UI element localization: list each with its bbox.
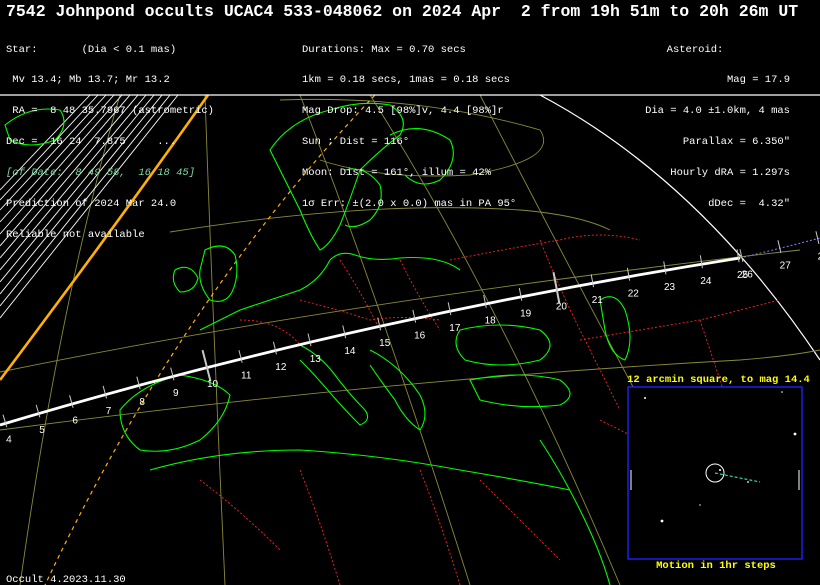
- star-heading: Star: (Dia < 0.1 mas): [6, 43, 177, 56]
- asteroid-mag: Mag = 17.9: [726, 74, 790, 87]
- star-of-date: [of Date: 8 49 58, 16 18 45]: [6, 167, 196, 180]
- path-tick-label: 5: [39, 425, 45, 436]
- reliability-note: Reliable not available: [6, 228, 145, 241]
- path-tick: [552, 272, 561, 304]
- path-tick-label: 26: [742, 270, 754, 281]
- path-tick-label: 19: [520, 309, 532, 320]
- path-tick-label: 18: [485, 316, 497, 327]
- durations: Durations: Max = 0.70 secs: [302, 43, 466, 56]
- path-tick-label: 6: [72, 415, 78, 426]
- path-tick: [170, 367, 175, 381]
- path-tick-label: 24: [700, 276, 712, 287]
- moon-distance: Moon: Dist = 161°, illum = 42%: [302, 167, 492, 180]
- path-tick-label: 8: [139, 397, 145, 408]
- km-mas: 1km = 0.18 secs, 1mas = 0.18 secs: [302, 74, 510, 87]
- asteroid-heading: Asteroid:: [666, 43, 724, 56]
- path-tick: [238, 350, 243, 363]
- path-tick-label: 7: [106, 406, 112, 417]
- path-tick: [777, 240, 782, 253]
- path-tick-label: 10: [207, 379, 219, 390]
- asteroid-info: Asteroid: Mag = 17.9 Dia = 4.0 ±1.0km, 4…: [580, 24, 790, 230]
- path-tick-label: 27: [780, 261, 792, 272]
- path-tick: [518, 287, 523, 301]
- path-tick: [307, 333, 312, 347]
- star-info: Star: (Dia < 0.1 mas) Mv 13.4; Mb 13.7; …: [6, 24, 214, 261]
- path-tick-label: 20: [556, 302, 568, 313]
- path-tick-label: 13: [310, 354, 322, 365]
- path-tick-label: 16: [414, 330, 426, 341]
- sun-distance: Sun : Dist = 116°: [302, 136, 410, 149]
- event-info: Durations: Max = 0.70 secs 1km = 0.18 se…: [302, 24, 516, 230]
- path-tick: [736, 249, 740, 263]
- path-tick-label: 22: [628, 288, 640, 299]
- path-tick-label: 9: [173, 388, 179, 399]
- path-tick: [815, 231, 820, 244]
- path-tick: [447, 302, 452, 316]
- asteroid-ddec: dDec = 4.32": [708, 198, 790, 211]
- version-label: Occult 4.2023.11.30: [6, 574, 126, 585]
- inset-footer: Motion in 1hr steps: [656, 560, 776, 572]
- occultation-map-window: 4 5 6 7 8 9 10 11 12 13 14 15 16 17 18 19 20 21 22 23 24 25 26…: [0, 0, 820, 585]
- path-tick-label: 4: [6, 435, 12, 446]
- path-tick: [377, 317, 382, 331]
- path-tick: [102, 385, 108, 399]
- path-tick: [590, 274, 595, 288]
- star-ra: RA = 8 48 35.7967 (astrometric): [6, 105, 214, 118]
- asteroid-dia: Dia = 4.0 ±1.0km, 4 mas: [645, 105, 790, 118]
- path-tick: [626, 267, 631, 281]
- inset-title: 12 arcmin square, to mag 14.4: [627, 374, 810, 386]
- path-tick-label: 12: [275, 362, 287, 373]
- path-tick-label: 21: [592, 295, 604, 306]
- path-tick-label: 17: [449, 323, 461, 334]
- path-tick-label: 23: [664, 282, 676, 293]
- path-tick: [412, 309, 417, 323]
- path-tick: [272, 341, 277, 355]
- asteroid-hourly-dra: Hourly dRA = 1.297s: [670, 167, 790, 180]
- map-title: 7542 Johnpond occults UCAC4 533-048062 o…: [6, 2, 799, 21]
- path-tick-label: 11: [241, 370, 252, 381]
- star-dec: Dec = 16 24 7.875 ...: [6, 136, 177, 149]
- path-tick-label: 14: [344, 346, 356, 357]
- path-tick-label: 15: [379, 338, 391, 349]
- path-tick: [663, 261, 667, 275]
- star-mags: Mv 13.4; Mb 13.7; Mr 13.2: [6, 74, 170, 87]
- error-ellipse: 1σ Err: ±(2.0 x 0.0) mas in PA 95°: [302, 198, 517, 211]
- path-tick: [342, 325, 347, 339]
- asteroid-parallax: Parallax = 6.350": [682, 136, 790, 149]
- path-tick: [136, 376, 141, 390]
- mag-drop: Mag Drop: 4.5 [98%]v, 4.4 [98%]r: [302, 105, 504, 118]
- prediction-date: Prediction of 2024 Mar 24.0: [6, 198, 177, 211]
